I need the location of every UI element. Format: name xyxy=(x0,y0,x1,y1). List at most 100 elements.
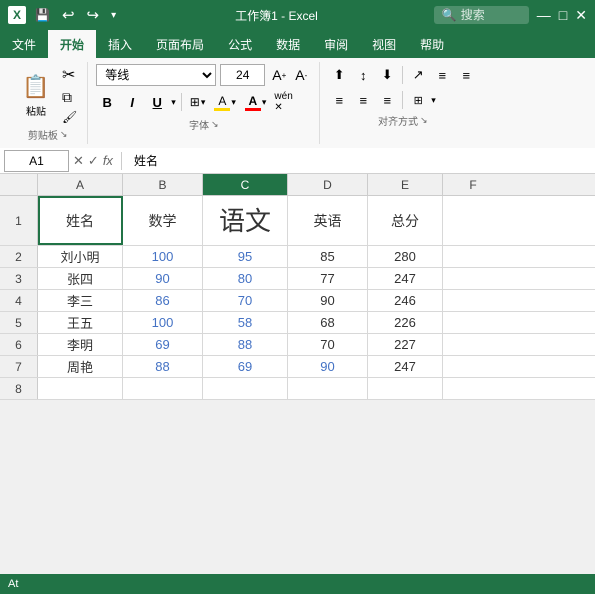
fill-color-dropdown[interactable]: ▾ xyxy=(231,97,236,108)
cell-d5[interactable]: 68 xyxy=(288,312,368,333)
cell-c5[interactable]: 58 xyxy=(203,312,288,333)
increase-font-size-button[interactable]: A+ xyxy=(269,65,289,85)
tab-view[interactable]: 视图 xyxy=(360,30,408,58)
cancel-formula-icon[interactable]: ✕ xyxy=(73,153,84,169)
align-bottom-button[interactable]: ⬇ xyxy=(376,64,398,86)
cell-e1[interactable]: 总分 xyxy=(368,196,443,245)
cell-b4[interactable]: 86 xyxy=(123,290,203,311)
cell-f1[interactable] xyxy=(443,196,503,245)
font-name-select[interactable]: 等线 xyxy=(96,64,216,86)
undo-button[interactable]: ↩ xyxy=(59,4,78,26)
tab-help[interactable]: 帮助 xyxy=(408,30,456,58)
format-painter-button[interactable]: 🖌 xyxy=(60,109,79,125)
cell-reference-input[interactable] xyxy=(4,150,69,172)
cell-f6[interactable] xyxy=(443,334,503,355)
cell-e6[interactable]: 227 xyxy=(368,334,443,355)
cell-b8[interactable] xyxy=(123,378,203,399)
cell-b7[interactable]: 88 xyxy=(123,356,203,377)
cell-d2[interactable]: 85 xyxy=(288,246,368,267)
cell-d6[interactable]: 70 xyxy=(288,334,368,355)
clipboard-expand-icon[interactable]: ↘ xyxy=(60,129,68,140)
row-header-5[interactable]: 5 xyxy=(0,312,38,333)
border-button[interactable]: ⊞ ▾ xyxy=(187,93,209,111)
alignment-expand-icon[interactable]: ↘ xyxy=(420,115,428,126)
search-box[interactable]: 🔍 xyxy=(434,6,529,24)
confirm-formula-icon[interactable]: ✓ xyxy=(88,153,99,169)
quick-access-dropdown[interactable]: ▾ xyxy=(108,8,119,23)
cut-button[interactable]: ✂ xyxy=(60,64,79,86)
cell-f5[interactable] xyxy=(443,312,503,333)
tab-home[interactable]: 开始 xyxy=(48,30,96,58)
wrap-text-button[interactable]: wén✕ xyxy=(272,89,294,115)
font-expand-icon[interactable]: ↘ xyxy=(211,119,219,130)
cell-c1[interactable]: 语文 xyxy=(203,196,288,245)
border-dropdown-icon[interactable]: ▾ xyxy=(201,97,206,108)
cell-d8[interactable] xyxy=(288,378,368,399)
col-header-d[interactable]: D xyxy=(288,174,368,195)
insert-function-icon[interactable]: fx xyxy=(103,153,113,168)
row-header-2[interactable]: 2 xyxy=(0,246,38,267)
cell-a1[interactable]: 姓名 xyxy=(38,196,123,245)
cell-f7[interactable] xyxy=(443,356,503,377)
redo-button[interactable]: ↪ xyxy=(84,4,103,26)
col-header-e[interactable]: E xyxy=(368,174,443,195)
cell-a6[interactable]: 李明 xyxy=(38,334,123,355)
tab-formulas[interactable]: 公式 xyxy=(216,30,264,58)
cell-b3[interactable]: 90 xyxy=(123,268,203,289)
cell-f2[interactable] xyxy=(443,246,503,267)
cell-a7[interactable]: 周艳 xyxy=(38,356,123,377)
row-header-7[interactable]: 7 xyxy=(0,356,38,377)
u-dropdown[interactable]: ▾ xyxy=(171,97,176,108)
cell-e5[interactable]: 226 xyxy=(368,312,443,333)
row-header-6[interactable]: 6 xyxy=(0,334,38,355)
font-size-input[interactable] xyxy=(220,64,265,86)
underline-button[interactable]: U xyxy=(146,91,168,113)
cell-f4[interactable] xyxy=(443,290,503,311)
cell-d4[interactable]: 90 xyxy=(288,290,368,311)
col-header-c[interactable]: C xyxy=(203,174,288,195)
col-header-b[interactable]: B xyxy=(123,174,203,195)
cell-e4[interactable]: 246 xyxy=(368,290,443,311)
cell-a3[interactable]: 张四 xyxy=(38,268,123,289)
cell-a2[interactable]: 刘小明 xyxy=(38,246,123,267)
tab-file[interactable]: 文件 xyxy=(0,30,48,58)
row-header-1[interactable]: 1 xyxy=(0,196,38,245)
cell-c2[interactable]: 95 xyxy=(203,246,288,267)
text-direction-button[interactable]: ↗ xyxy=(407,64,429,86)
cell-a5[interactable]: 王五 xyxy=(38,312,123,333)
cell-d1[interactable]: 英语 xyxy=(288,196,368,245)
search-input[interactable] xyxy=(461,8,521,22)
tab-insert[interactable]: 插入 xyxy=(96,30,144,58)
row-header-8[interactable]: 8 xyxy=(0,378,38,399)
merge-cells-button[interactable]: ⊞ xyxy=(407,89,429,111)
cell-c7[interactable]: 69 xyxy=(203,356,288,377)
minimize-button[interactable]: — xyxy=(537,7,551,23)
cell-c8[interactable] xyxy=(203,378,288,399)
cell-c4[interactable]: 70 xyxy=(203,290,288,311)
cell-e3[interactable]: 247 xyxy=(368,268,443,289)
cell-f3[interactable] xyxy=(443,268,503,289)
font-color-button[interactable]: A ▾ xyxy=(242,92,270,113)
cell-d7[interactable]: 90 xyxy=(288,356,368,377)
row-header-4[interactable]: 4 xyxy=(0,290,38,311)
decrease-font-size-button[interactable]: A- xyxy=(291,65,311,85)
cell-a8[interactable] xyxy=(38,378,123,399)
align-left-button[interactable]: ≡ xyxy=(328,89,350,111)
cell-a4[interactable]: 李三 xyxy=(38,290,123,311)
align-center-button[interactable]: ≡ xyxy=(352,89,374,111)
cell-c3[interactable]: 80 xyxy=(203,268,288,289)
merge-dropdown-icon[interactable]: ▾ xyxy=(431,95,436,106)
cell-e2[interactable]: 280 xyxy=(368,246,443,267)
paste-button[interactable]: 📋 粘贴 xyxy=(16,69,56,120)
cell-b2[interactable]: 100 xyxy=(123,246,203,267)
align-middle-button[interactable]: ↕ xyxy=(352,64,374,86)
save-button[interactable]: 💾 xyxy=(32,6,53,24)
align-top-button[interactable]: ⬆ xyxy=(328,64,350,86)
cell-b6[interactable]: 69 xyxy=(123,334,203,355)
fill-color-button[interactable]: A ▾ xyxy=(211,92,239,113)
restore-button[interactable]: □ xyxy=(559,7,567,23)
tab-page-layout[interactable]: 页面布局 xyxy=(144,30,216,58)
font-color-dropdown[interactable]: ▾ xyxy=(262,97,267,108)
cell-e7[interactable]: 247 xyxy=(368,356,443,377)
cell-e8[interactable] xyxy=(368,378,443,399)
